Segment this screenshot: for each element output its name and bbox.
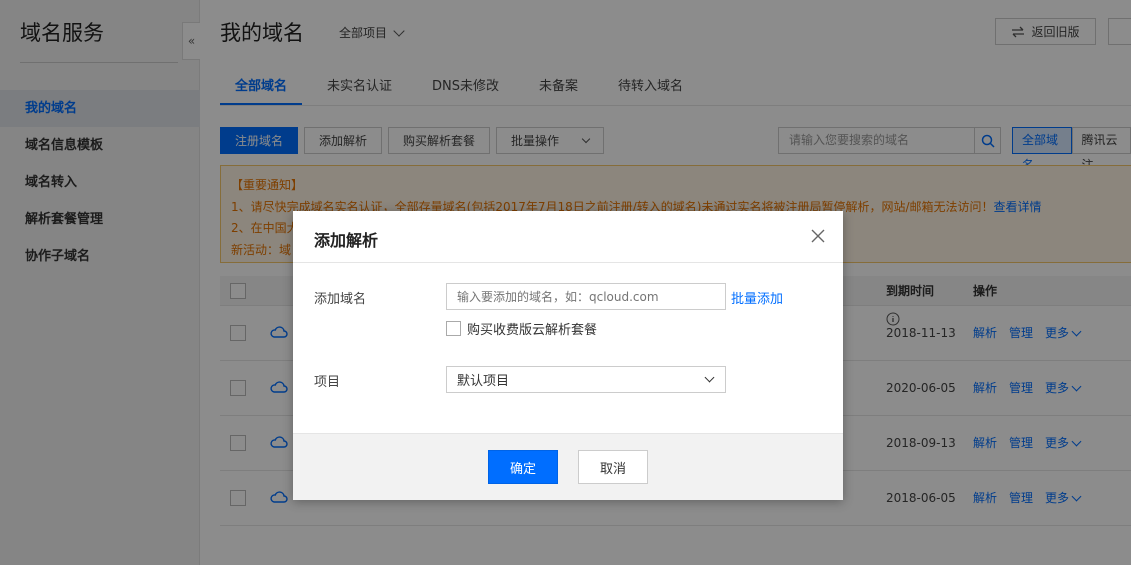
buy-package-label: 购买收费版云解析套餐 [467, 323, 598, 338]
cancel-button[interactable]: 取消 [578, 450, 648, 484]
project-field-label: 项目 [314, 375, 341, 390]
domain-field-label: 添加域名 [314, 292, 367, 307]
project-select-value: 默认项目 [457, 374, 510, 389]
dialog-footer: 确定 取消 [293, 433, 843, 500]
checkbox-box[interactable] [446, 321, 461, 336]
dialog-title: 添加解析 [314, 231, 379, 250]
add-resolve-dialog: 添加解析 添加域名 批量添加 购买收费版云解析套餐 项目 默认项目 确定 取消 [293, 211, 843, 500]
dialog-header: 添加解析 [293, 211, 843, 263]
domain-input[interactable] [446, 283, 726, 310]
close-icon[interactable] [811, 229, 825, 243]
chevron-down-icon [704, 372, 715, 383]
project-select[interactable]: 默认项目 [446, 366, 726, 393]
confirm-button[interactable]: 确定 [488, 450, 558, 484]
bulk-add-link[interactable]: 批量添加 [731, 288, 783, 307]
buy-package-checkbox[interactable]: 购买收费版云解析套餐 [446, 319, 597, 338]
